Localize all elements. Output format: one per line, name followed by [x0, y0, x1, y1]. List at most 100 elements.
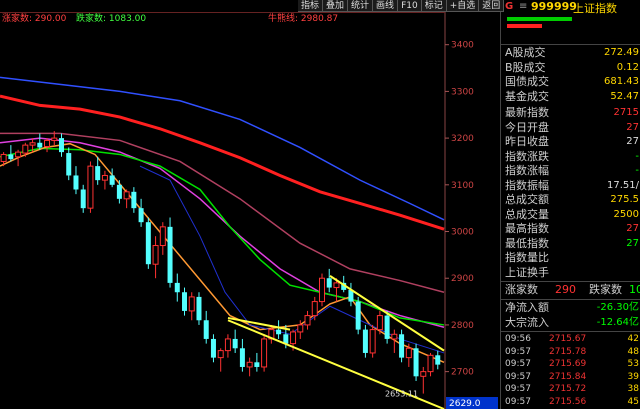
stat-value: 17.51/ — [607, 179, 639, 191]
stat-value: 272.49 — [604, 47, 639, 58]
stat-value: 275.5 — [610, 194, 639, 205]
toolbar-button-1[interactable]: 叠加 — [323, 0, 349, 12]
stat-row: 上证换手 — [501, 266, 640, 281]
flow-label: 净流入额 — [505, 301, 549, 314]
tick-row: 09:57 2715.84 39 — [501, 371, 640, 383]
toolbar-button-6[interactable]: +自选 — [446, 0, 480, 12]
toolbar: 指标 叠加 统计 画线 F10 标记 +自选 返回 — [298, 0, 505, 12]
stat-row: 总成交额 275.5 — [501, 193, 640, 208]
stat-label: 最新指数 — [505, 106, 549, 119]
tick-time: 09:57 — [505, 384, 531, 394]
candle-body — [174, 282, 180, 293]
candle-body — [239, 348, 245, 367]
panel-divider — [501, 299, 640, 300]
stat-value: 52.47 — [610, 90, 639, 102]
candle-body — [109, 175, 115, 185]
tick-row: 09:57 2715.69 53 — [501, 358, 640, 370]
candle-body — [232, 338, 238, 349]
buy-bar — [507, 24, 542, 28]
axis-tick-label: 2800 — [451, 321, 474, 331]
stat-label: 总成交额 — [505, 193, 549, 206]
candle-body — [210, 338, 216, 358]
candle-body — [152, 245, 159, 265]
toolbar-button-0[interactable]: 指标 — [298, 0, 324, 12]
candle-body — [22, 144, 29, 154]
flow-value: -26.30亿 — [596, 302, 639, 313]
stat-label: 基金成交 — [505, 89, 549, 103]
toolbar-button-5[interactable]: 标记 — [421, 0, 447, 12]
candle-body — [304, 315, 311, 326]
stat-row: 最高指数 27 — [501, 222, 640, 237]
stat-row: 指数振幅 17.51/ — [501, 179, 640, 194]
tick-price: 2715.69 — [549, 359, 587, 369]
stat-label: 指数涨幅 — [505, 164, 549, 177]
stat-row: 国债成交 681.43 — [501, 75, 640, 90]
candle-body — [290, 331, 297, 345]
stat-row: 最新指数 2715 — [501, 106, 640, 121]
stat-row: 指数涨跌 - — [501, 150, 640, 165]
stat-row: 总成交量 2500 — [501, 208, 640, 223]
breadth-up-value: 290 — [555, 283, 576, 296]
sell-bar — [507, 17, 572, 21]
candle-body — [384, 315, 390, 339]
candle-body — [318, 277, 325, 303]
tick-time: 09:57 — [505, 371, 531, 382]
candle-body — [8, 154, 14, 160]
stat-label: 今日开盘 — [505, 120, 549, 134]
toolbar-button-4[interactable]: F10 — [398, 0, 422, 12]
panel-divider — [501, 281, 640, 282]
menu-icon[interactable]: ≡ — [519, 1, 527, 12]
candle-body — [355, 301, 361, 330]
candle-body — [261, 338, 268, 368]
stat-row: 指数涨幅 - — [501, 164, 640, 179]
panel-title: G ≡ 999999 上证指数 — [501, 0, 640, 16]
tick-price: 2715.78 — [549, 346, 587, 357]
candle-body — [80, 189, 86, 209]
toolbar-button-3[interactable]: 画线 — [373, 0, 399, 12]
candle-body — [182, 292, 188, 311]
tick-vol: 45 — [627, 396, 639, 407]
candle-body — [333, 282, 340, 289]
candle-body — [399, 334, 405, 358]
tick-row: 09:57 2715.56 45 — [501, 396, 640, 408]
axis-tick-label: 2900 — [451, 274, 474, 284]
candle-body — [167, 226, 173, 283]
panel-divider — [501, 331, 640, 332]
candle-body — [59, 138, 65, 153]
tick-price: 2715.56 — [549, 396, 587, 407]
stat-value: 27 — [626, 223, 639, 234]
candle-body — [15, 151, 22, 158]
candle-body — [131, 191, 137, 209]
kline-chart[interactable]: 3400 3300 3200 3100 3000 2900 2800 2700 2653.11 2… — [0, 12, 500, 409]
ma-line-6 — [139, 165, 445, 354]
tick-vol: 53 — [627, 359, 639, 369]
candle-body — [224, 338, 231, 352]
toolbar-button-2[interactable]: 统计 — [348, 0, 374, 12]
toolbar-button-7[interactable]: 返回 — [479, 0, 505, 12]
tick-vol: 39 — [627, 371, 639, 382]
flow-label: 大宗流入 — [505, 315, 549, 329]
stat-row: 指数量比 — [501, 251, 640, 266]
tick-vol: 42 — [627, 334, 639, 344]
candle-body — [420, 371, 427, 377]
breadth-line: 涨家数 290 跌家数 10 — [501, 283, 640, 298]
candle-body — [159, 226, 166, 247]
stat-label: 指数振幅 — [505, 178, 549, 192]
candle-body — [413, 348, 419, 377]
panel-divider — [501, 44, 640, 45]
kline-chart-area[interactable]: 3400 3300 3200 3100 3000 2900 2800 2700 2653.11 2… — [0, 12, 500, 409]
tick-row: 09:57 2715.72 38 — [501, 383, 640, 395]
candle-body — [217, 350, 224, 359]
candle-body — [44, 139, 51, 148]
tick-vol: 48 — [627, 346, 639, 357]
candle-body — [196, 296, 202, 321]
candle-body — [116, 184, 122, 199]
stat-value: 27 — [626, 136, 639, 147]
candle-body — [66, 153, 72, 176]
stat-value: - — [635, 165, 639, 176]
stat-label: 指数量比 — [505, 251, 549, 264]
candle-body — [405, 347, 412, 359]
market-flag: G — [505, 1, 514, 12]
stat-row: 今日开盘 27 — [501, 121, 640, 136]
candle-body — [369, 329, 376, 354]
